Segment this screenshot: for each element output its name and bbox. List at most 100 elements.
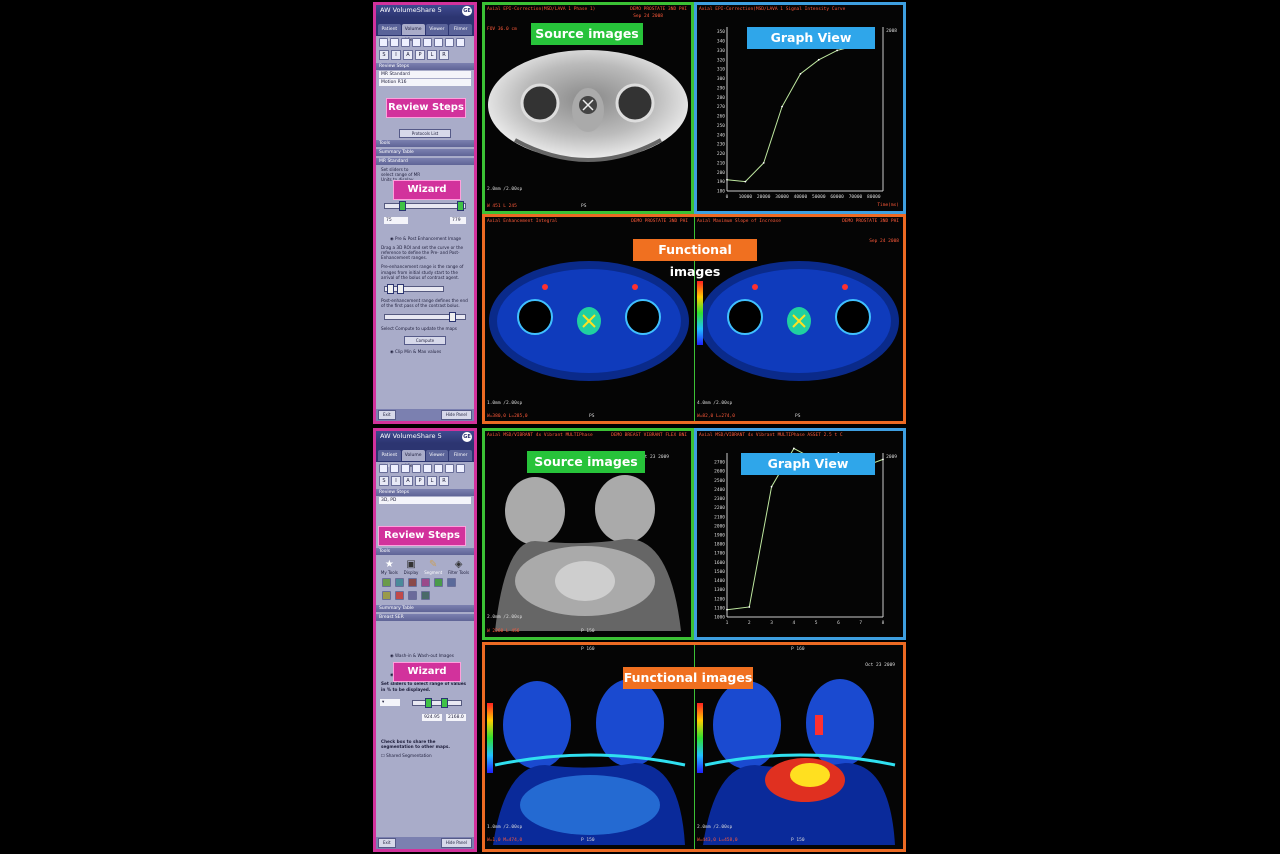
- top-graph-panel[interactable]: 350 340 330 320 310 300 290 280 270 260 250 240 230 2…: [694, 2, 906, 214]
- filter-tools-button[interactable]: ◈ Filter Tools: [448, 559, 469, 575]
- bottom-source-image-panel[interactable]: Axial MSD/VIBRANT 4x Vibrant MULTIPhase …: [482, 428, 694, 640]
- range-slider[interactable]: [384, 200, 466, 211]
- seg-tool-9-icon[interactable]: [408, 591, 417, 600]
- y-tick-label: 180: [717, 189, 725, 195]
- orient-s-button[interactable]: S: [379, 50, 389, 60]
- breast-ser-bar[interactable]: Breast SER: [376, 614, 474, 621]
- wash-in-out-radio[interactable]: ◉ Wash-in & Wash-out Images: [376, 651, 474, 660]
- orient-s-button[interactable]: S: [379, 476, 389, 486]
- map-select[interactable]: ▾: [380, 699, 400, 707]
- exit-button[interactable]: Exit: [378, 838, 396, 848]
- annotate-icon[interactable]: [456, 464, 465, 473]
- rotate-icon[interactable]: [412, 464, 421, 473]
- top-source-image-panel[interactable]: Axial EPI-Correction(MSD/LAVA 1 Phase 1)…: [482, 2, 694, 214]
- review-steps-tag: Review Steps: [386, 98, 466, 118]
- compute-button[interactable]: Compute: [404, 335, 446, 345]
- window-level-icon[interactable]: [423, 464, 432, 473]
- seg-tool-10-icon[interactable]: [421, 591, 430, 600]
- tab-patient-list[interactable]: Patient List: [378, 24, 401, 43]
- my-tools-button[interactable]: ★ My Tools: [381, 559, 398, 575]
- orient-p-button[interactable]: P: [415, 50, 425, 60]
- seg-tool-8-icon[interactable]: [395, 591, 404, 600]
- orient-l-button[interactable]: L: [427, 476, 437, 486]
- orient-a-button[interactable]: A: [403, 476, 413, 486]
- tab-volume-viewer[interactable]: Volume Viewer: [401, 450, 425, 469]
- slider-min-handle[interactable]: [399, 200, 406, 211]
- post-enhancement-slider[interactable]: [384, 312, 466, 323]
- tab-viewer[interactable]: Viewer: [425, 450, 449, 461]
- slider-max-handle[interactable]: [441, 697, 448, 708]
- min-value-field[interactable]: 924.95: [422, 713, 442, 721]
- graph-view-label: Graph View: [741, 453, 875, 475]
- zoom-icon[interactable]: [390, 464, 399, 473]
- pre-enhancement-slider[interactable]: [384, 284, 444, 295]
- max-value-field[interactable]: 779: [450, 216, 466, 224]
- seg-tool-4-icon[interactable]: [421, 578, 430, 587]
- orient-p-button[interactable]: P: [415, 476, 425, 486]
- mr-standard-bar[interactable]: MR Standard: [376, 158, 474, 165]
- post-end-handle[interactable]: [449, 312, 456, 323]
- source-ps-text: P 150: [581, 629, 595, 634]
- orient-l-button[interactable]: L: [427, 50, 437, 60]
- seg-tool-2-icon[interactable]: [395, 578, 404, 587]
- pre-end-handle[interactable]: [397, 284, 404, 295]
- slider-min-handle[interactable]: [425, 697, 432, 708]
- pan-icon[interactable]: [401, 464, 410, 473]
- orient-r-button[interactable]: R: [439, 50, 449, 60]
- pan-icon[interactable]: [401, 38, 410, 47]
- tab-patient-list[interactable]: Patient List: [378, 450, 401, 469]
- hide-panel-button[interactable]: Hide Panel: [440, 410, 472, 420]
- tab-filmer[interactable]: Filmer: [449, 24, 472, 35]
- pointer-icon[interactable]: [379, 38, 388, 47]
- tools-bar[interactable]: Tools: [376, 548, 474, 555]
- review-steps-bar[interactable]: Review Steps: [376, 489, 474, 496]
- review-steps-bar[interactable]: Review Steps: [376, 63, 474, 70]
- tab-filmer[interactable]: Filmer: [449, 450, 472, 461]
- hide-panel-button[interactable]: Hide Panel: [440, 838, 472, 848]
- segment-button[interactable]: ✎ Segment: [424, 559, 442, 575]
- protocols-list-button[interactable]: Protocols List: [399, 129, 451, 138]
- display-button[interactable]: ▣ Display: [404, 559, 419, 575]
- seg-tool-5-icon[interactable]: [434, 578, 443, 587]
- protocol-field-1[interactable]: MR Standard: [379, 71, 471, 78]
- tools-bar[interactable]: Tools: [376, 140, 474, 147]
- window-level-icon[interactable]: [423, 38, 432, 47]
- instruction-2: Pre-enhancement range is the range of im…: [381, 264, 464, 280]
- measure-icon[interactable]: [445, 38, 454, 47]
- summary-table-bar[interactable]: Summary Table: [376, 605, 474, 612]
- pre-start-handle[interactable]: [387, 284, 394, 295]
- annotate-icon[interactable]: [456, 38, 465, 47]
- exit-button[interactable]: Exit: [378, 410, 396, 420]
- orient-a-button[interactable]: A: [403, 50, 413, 60]
- share-text: Check box to share the segmentation to o…: [381, 738, 450, 750]
- pre-post-radio[interactable]: ◉ Pre & Post Enhancement Image: [376, 234, 474, 243]
- measure-icon[interactable]: [445, 464, 454, 473]
- tab-viewer[interactable]: Viewer: [425, 24, 449, 35]
- app-title: AW VolumeShare 5: [380, 432, 442, 440]
- y-tick-label: 280: [717, 95, 725, 101]
- orient-r-button[interactable]: R: [439, 476, 449, 486]
- slider-max-handle[interactable]: [457, 200, 464, 211]
- source-bottom-text: 2.0mm /2.00sp: [487, 615, 523, 620]
- rotate-icon[interactable]: [412, 38, 421, 47]
- scroll-icon[interactable]: [434, 38, 443, 47]
- tab-volume-viewer[interactable]: Volume Viewer: [401, 24, 425, 43]
- orient-i-button[interactable]: I: [391, 50, 401, 60]
- summary-table-bar[interactable]: Summary Table: [376, 149, 474, 156]
- bottom-graph-panel[interactable]: 2700 2600 2500 2400 2300 2200 2100 2000 1900 1800…: [694, 428, 906, 640]
- seg-tool-1-icon[interactable]: [382, 578, 391, 587]
- protocol-field-1[interactable]: 3D, PD: [379, 497, 471, 504]
- protocol-field-2[interactable]: Motion R16: [379, 79, 471, 86]
- scroll-icon[interactable]: [434, 464, 443, 473]
- min-value-field[interactable]: 75: [384, 216, 408, 224]
- seg-tool-3-icon[interactable]: [408, 578, 417, 587]
- range-slider[interactable]: [412, 697, 462, 708]
- orient-i-button[interactable]: I: [391, 476, 401, 486]
- seg-tool-6-icon[interactable]: [447, 578, 456, 587]
- pointer-icon[interactable]: [379, 464, 388, 473]
- seg-tool-7-icon[interactable]: [382, 591, 391, 600]
- clip-min-max-radio[interactable]: ◉ Clip Min & Max values: [376, 347, 474, 356]
- max-value-field[interactable]: 2168.0: [446, 713, 466, 721]
- zoom-icon[interactable]: [390, 38, 399, 47]
- shared-segmentation-checkbox[interactable]: ☐ Shared Segmentation: [376, 751, 474, 760]
